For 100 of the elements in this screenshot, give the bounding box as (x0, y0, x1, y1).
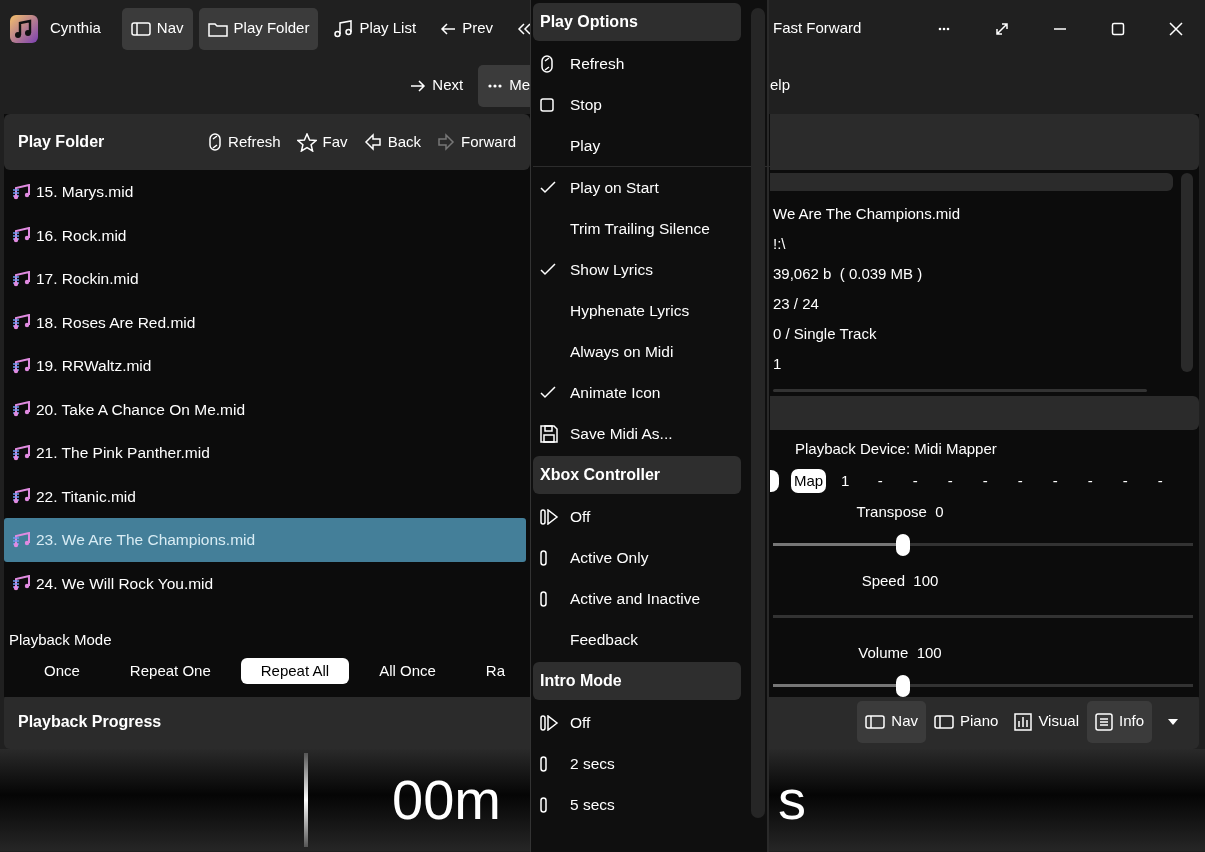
info-text: 23 / 24 (772, 294, 820, 314)
menu-item[interactable]: 2 secs (533, 743, 741, 784)
close-icon[interactable] (1169, 21, 1183, 36)
toolbar-button[interactable]: Fav (288, 121, 356, 163)
panel-icon (934, 713, 954, 730)
music-note-icon (333, 19, 354, 38)
toolbar-button[interactable]: Forward (429, 121, 516, 163)
channel-chip[interactable]: - (1079, 468, 1102, 493)
panel-icon (130, 20, 151, 37)
file-row[interactable]: 15. Marys.mid (4, 170, 526, 214)
slider-thumb[interactable] (896, 674, 911, 697)
check-icon (540, 385, 556, 400)
file-row[interactable]: 24. We Will Rock You.mid (4, 561, 526, 605)
menu-item[interactable]: 5 secs (533, 784, 741, 825)
slider-thumb[interactable] (896, 533, 911, 556)
menu-item[interactable]: Off (533, 702, 741, 743)
channel-chip[interactable]: - (939, 468, 962, 493)
menu-item[interactable]: Save Midi As... (533, 413, 741, 454)
panel-title: Play Folder (18, 132, 105, 152)
music-notes-icon (12, 531, 32, 548)
channel-chip[interactable]: Map (791, 468, 827, 493)
app-logo-icon (10, 14, 38, 43)
check-icon (540, 180, 556, 195)
caret-icon[interactable] (1167, 718, 1179, 727)
menu-item[interactable]: Play (533, 125, 741, 166)
channel-chip[interactable]: - (974, 468, 997, 493)
info-text: We Are The Champions.mid (772, 204, 962, 224)
mode-option[interactable]: Once (24, 657, 100, 684)
view-tab[interactable]: Nav (857, 700, 926, 743)
file-row[interactable]: 16. Rock.mid (4, 213, 526, 257)
menu-item[interactable]: Play on Start (533, 167, 741, 208)
channel-chip[interactable]: - (904, 468, 927, 493)
slider-label: Speed 100 (861, 571, 939, 589)
refresh-icon (540, 53, 554, 74)
file-row[interactable]: 17. Rockin.mid (4, 257, 526, 301)
info-text: 39,062 b ( 0.039 MB ) (772, 264, 924, 284)
menu-item[interactable]: Refresh (533, 43, 741, 84)
toolbar-button[interactable]: Me (478, 64, 530, 107)
list-icon (1094, 712, 1113, 731)
file-row[interactable]: 19. RRWaltz.mid (4, 344, 526, 388)
menu-item[interactable]: Hyphenate Lyrics (533, 290, 741, 331)
info-text: 0 / Single Track (772, 324, 878, 344)
channel-chip[interactable]: - (1149, 468, 1172, 493)
maximize-icon[interactable] (1111, 21, 1125, 36)
menu-item[interactable]: Trim Trailing Silence (533, 208, 741, 249)
mode-option[interactable]: All Once (359, 657, 456, 684)
mode-option[interactable]: Ra (465, 657, 506, 684)
menu-item[interactable]: Always on Midi (533, 331, 741, 372)
file-row[interactable]: 21. The Pink Panther.mid (4, 431, 526, 475)
view-tab[interactable]: Info (1086, 700, 1152, 743)
menu-item[interactable]: Show Lyrics (533, 249, 741, 290)
toolbar-button[interactable]: Next (401, 64, 473, 107)
info-text: !:\ (772, 234, 787, 254)
channel-chip[interactable]: - (869, 468, 892, 493)
toolbar-button[interactable]: Fast Forward (770, 7, 871, 50)
music-notes-icon (12, 488, 32, 505)
menu-item[interactable]: Feedback (533, 619, 741, 660)
menu-item[interactable]: Stop (533, 84, 741, 125)
save-icon (540, 424, 558, 443)
panel-icon (865, 713, 886, 730)
view-tab[interactable]: Visual (1006, 700, 1087, 743)
toolbar-button[interactable]: elp (770, 64, 800, 107)
music-notes-icon (12, 575, 32, 592)
check-icon (540, 262, 556, 277)
mode-option[interactable]: Repeat All (240, 657, 350, 684)
playback-mode-label: Playback Mode (9, 630, 113, 650)
file-row[interactable]: 23. We Are The Champions.mid (4, 518, 526, 562)
info-text: 1 (772, 354, 783, 374)
mode-option[interactable]: Repeat One (109, 657, 231, 684)
channel-chip[interactable]: - (1009, 468, 1032, 493)
scrollbar[interactable] (1181, 173, 1193, 372)
file-row[interactable]: 18. Roses Are Red.mid (4, 300, 526, 344)
menu-item[interactable]: Animate Icon (533, 372, 741, 413)
view-tab[interactable]: Piano (926, 700, 1007, 743)
channel-chip[interactable]: - (1114, 468, 1137, 493)
star-icon (296, 132, 317, 152)
file-row[interactable]: 22. Titanic.mid (4, 474, 526, 518)
toolbar-button[interactable]: Play List (324, 7, 426, 50)
app-title: Cynthia (50, 18, 101, 39)
menu-heading: Play Options (533, 3, 741, 41)
file-row[interactable]: 20. Take A Chance On Me.mid (4, 387, 526, 431)
menu-item[interactable]: Active and Inactive (533, 578, 741, 619)
slider-label: Volume 100 (858, 644, 942, 661)
scrollbar[interactable] (773, 389, 1147, 392)
menu-item[interactable]: Off (533, 496, 741, 537)
menu-heading: Xbox Controller (533, 456, 741, 494)
channel-chip[interactable]: 1 (834, 468, 857, 493)
scrollbar[interactable] (751, 8, 765, 818)
channel-toggle[interactable] (770, 469, 779, 492)
toolbar-button[interactable]: Play Folder (198, 7, 319, 50)
toolbar-button[interactable]: Refresh (200, 121, 289, 163)
toolbar-button[interactable]: Prev (431, 7, 502, 50)
expand-icon[interactable] (995, 21, 1009, 36)
menu-item[interactable]: Active Only (533, 537, 741, 578)
back-arrow-icon (363, 133, 382, 151)
more-icon (487, 82, 504, 89)
channel-chip[interactable]: - (1044, 468, 1067, 493)
toolbar-button[interactable]: Nav (121, 7, 193, 50)
toolbar-button[interactable]: Back (355, 121, 429, 163)
bar-chart-icon (1014, 712, 1033, 731)
